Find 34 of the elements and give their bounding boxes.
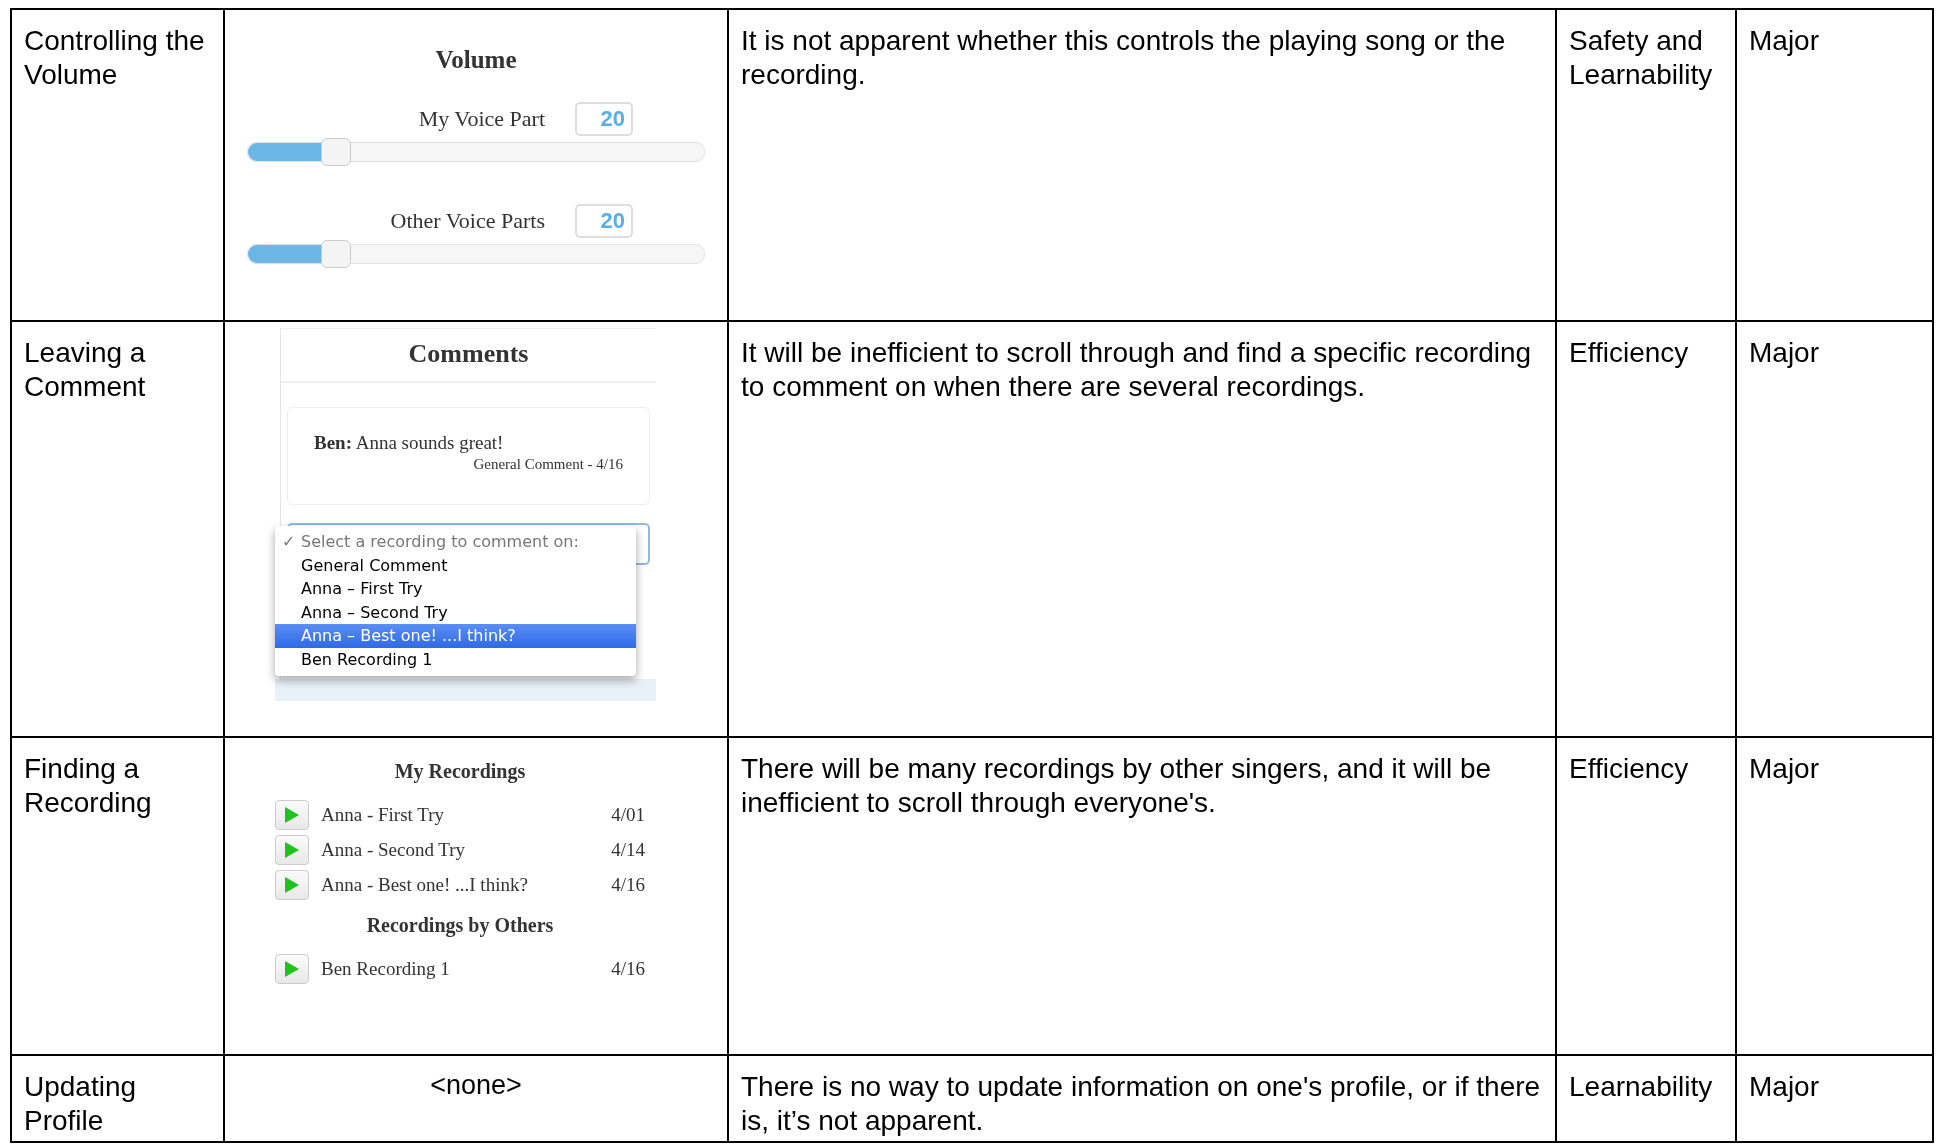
category-text: Efficiency	[1569, 752, 1690, 786]
category-text: Learnability	[1569, 1070, 1714, 1104]
comment-text: Ben: Anna sounds great!	[314, 432, 505, 454]
recording-date: 4/16	[611, 957, 645, 980]
problem-text: It will be inefficient to scroll through and find a specific recording to comment on when there are several recordings.	[741, 336, 1533, 404]
recording-name: Ben Recording 1	[321, 957, 451, 980]
severity-text: Major	[1749, 336, 1820, 370]
section-title: Recordings by Others	[365, 914, 555, 937]
slider-label: My Voice Part	[418, 106, 545, 132]
task-text: Finding a Recording	[24, 752, 153, 820]
example-text: <none>	[429, 1070, 523, 1101]
comments-title: Comments	[281, 329, 656, 383]
severity-text: Major	[1749, 1070, 1820, 1104]
recording-name: Anna - Second Try	[321, 838, 467, 861]
check-mark: ✓	[282, 531, 296, 553]
severity-text: Major	[1749, 752, 1820, 786]
recording-name: Anna - Best one! ...I think?	[321, 873, 529, 896]
recording-name: Anna - First Try	[321, 803, 445, 826]
recording-date: 4/14	[611, 838, 645, 861]
recording-date: 4/01	[611, 803, 645, 826]
category-text: Efficiency	[1569, 336, 1690, 370]
recording-date: 4/16	[611, 873, 645, 896]
problem-text: It is not apparent whether this controls the playing song or the recording.	[741, 24, 1507, 92]
slider-label: Other Voice Parts	[390, 208, 545, 234]
task-text: Leaving a Comment	[24, 336, 147, 404]
task-text: Updating Profile	[24, 1070, 138, 1138]
section-title: My Recordings	[393, 760, 527, 783]
severity-text: Major	[1749, 24, 1820, 58]
volume-title: Volume	[435, 46, 517, 74]
problem-text: There will be many recordings by other singers, and it will be inefficient to scroll through everyone's.	[741, 752, 1493, 820]
comment-meta: General Comment - 4/16	[472, 456, 623, 473]
problem-text: There is no way to update information on one's profile, or if there is, it’s not apparent.	[741, 1070, 1542, 1138]
category-text: Safety and Learnability	[1569, 24, 1714, 92]
task-text: Controlling the Volume	[24, 24, 206, 92]
